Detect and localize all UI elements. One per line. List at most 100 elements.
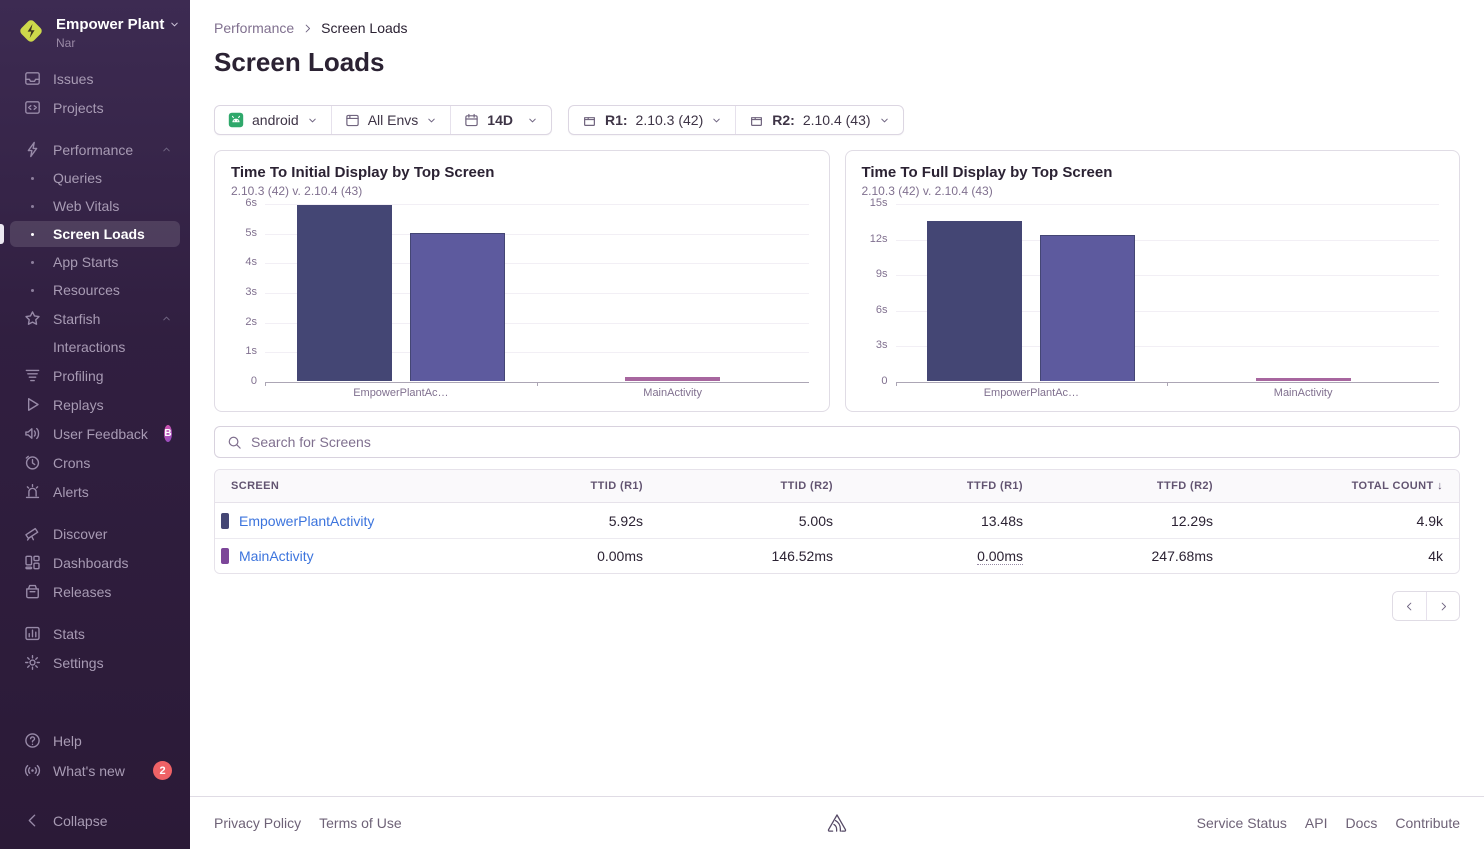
package-icon	[749, 113, 764, 128]
sidebar-item-resources[interactable]: Resources	[10, 277, 180, 303]
footer: Privacy Policy Terms of Use Service Stat…	[190, 796, 1484, 849]
y-tick-label: 1s	[245, 345, 257, 357]
sidebar: Empower Plant Nar Issues Projects Perfor…	[0, 0, 190, 849]
cell-ttfd_r2: 12.29s	[1171, 513, 1213, 529]
sidebar-item-replays[interactable]: Replays	[10, 391, 180, 418]
y-tick-label: 2s	[245, 316, 257, 328]
cell-total: 4.9k	[1417, 513, 1443, 529]
y-tick-label: 9s	[876, 268, 888, 280]
sidebar-item-web-vitals[interactable]: Web Vitals	[10, 193, 180, 219]
sidebar-item-stats[interactable]: Stats	[10, 620, 180, 647]
screen-link[interactable]: MainActivity	[239, 548, 314, 564]
sidebar-item-starfish[interactable]: Starfish	[10, 305, 180, 332]
package-icon	[582, 113, 597, 128]
screen-link[interactable]: EmpowerPlantActivity	[239, 513, 374, 529]
chevron-down-icon	[307, 115, 318, 126]
col-ttfd-r1[interactable]: TTFD (R1)	[849, 470, 1039, 502]
sidebar-item-app-starts[interactable]: App Starts	[10, 249, 180, 275]
sidebar-collapse-button[interactable]: Collapse	[10, 807, 180, 834]
chart-title: Time To Full Display by Top Screen	[862, 164, 1444, 181]
telescope-icon	[24, 525, 41, 542]
broadcast-icon	[24, 762, 41, 779]
bar-r1[interactable]	[927, 221, 1022, 381]
sidebar-item-profiling[interactable]: Profiling	[10, 362, 180, 389]
col-ttid-r2[interactable]: TTID (R2)	[659, 470, 849, 502]
org-switcher[interactable]: Empower Plant Nar	[0, 12, 190, 64]
sidebar-item-issues[interactable]: Issues	[10, 65, 180, 92]
bar-group	[265, 204, 537, 381]
col-total-count[interactable]: TOTAL COUNT ↓	[1229, 470, 1459, 502]
project-filter[interactable]: android	[215, 106, 331, 134]
cell-ttid_r1: 0.00ms	[597, 548, 643, 564]
sidebar-item-discover[interactable]: Discover	[10, 520, 180, 547]
sidebar-item-dashboards[interactable]: Dashboards	[10, 549, 180, 576]
page-title: Screen Loads	[214, 47, 1460, 78]
sidebar-item-interactions[interactable]: Interactions	[10, 334, 180, 360]
release-1-filter[interactable]: R1:2.10.3 (42)	[569, 106, 735, 134]
chart-title: Time To Initial Display by Top Screen	[231, 164, 813, 181]
bullet-icon	[31, 233, 34, 236]
sidebar-item-performance[interactable]: Performance	[10, 136, 180, 163]
y-tick-label: 6s	[876, 304, 888, 316]
sidebar-item-projects[interactable]: Projects	[10, 94, 180, 121]
date-range-filter[interactable]: 14D	[450, 106, 551, 134]
sidebar-item-releases[interactable]: Releases	[10, 578, 180, 605]
environment-filter[interactable]: All Envs	[331, 106, 451, 134]
next-page-button[interactable]	[1426, 592, 1459, 620]
help-icon	[24, 732, 41, 749]
issues-icon	[24, 70, 41, 87]
sidebar-item-whats-new[interactable]: What's new2	[10, 756, 180, 785]
x-tick-label: MainActivity	[537, 387, 809, 399]
release-2-filter[interactable]: R2:2.10.4 (43)	[735, 106, 902, 134]
cell-total: 4k	[1428, 548, 1443, 564]
previous-page-button[interactable]	[1393, 592, 1426, 620]
y-tick-label: 3s	[245, 286, 257, 298]
y-axis: 15s12s9s6s3s0	[862, 204, 888, 382]
sidebar-item-user-feedback[interactable]: User FeedbackB	[10, 420, 180, 447]
search-input[interactable]	[251, 434, 1447, 450]
service-status-link[interactable]: Service Status	[1197, 815, 1287, 831]
table-row: EmpowerPlantActivity5.92s5.00s13.48s12.2…	[215, 503, 1459, 538]
sentry-logo-icon[interactable]	[826, 813, 848, 833]
api-link[interactable]: API	[1305, 815, 1328, 831]
sidebar-item-queries[interactable]: Queries	[10, 165, 180, 191]
android-icon	[228, 112, 244, 128]
org-name: Empower Plant	[56, 16, 164, 33]
chart-subtitle: 2.10.3 (42) v. 2.10.4 (43)	[231, 184, 813, 198]
y-tick-label: 0	[251, 375, 257, 387]
y-tick-label: 15s	[870, 197, 888, 209]
sort-desc-icon: ↓	[1437, 480, 1443, 492]
table-row: MainActivity0.00ms146.52ms0.00ms247.68ms…	[215, 538, 1459, 573]
y-tick-label: 3s	[876, 339, 888, 351]
chevron-right-icon	[302, 23, 313, 34]
bar-r1[interactable]	[297, 205, 392, 381]
sidebar-item-crons[interactable]: Crons	[10, 449, 180, 476]
sidebar-item-settings[interactable]: Settings	[10, 649, 180, 676]
star-icon	[24, 310, 41, 327]
chevron-right-icon	[1438, 601, 1449, 612]
bar-r2[interactable]	[1040, 235, 1135, 381]
col-ttfd-r2[interactable]: TTFD (R2)	[1039, 470, 1229, 502]
terms-of-use-link[interactable]: Terms of Use	[319, 815, 401, 831]
chevron-down-icon	[527, 115, 538, 126]
cell-ttid_r1: 5.92s	[609, 513, 643, 529]
bar-r2[interactable]	[410, 233, 505, 381]
bar-group	[1167, 204, 1439, 381]
pagination	[1392, 591, 1460, 621]
table-header: SCREEN TTID (R1) TTID (R2) TTFD (R1) TTF…	[215, 470, 1459, 503]
sidebar-item-alerts[interactable]: Alerts	[10, 478, 180, 505]
plot-area	[265, 204, 809, 382]
sidebar-item-screen-loads[interactable]: Screen Loads	[10, 221, 180, 247]
chevron-left-icon	[1404, 601, 1415, 612]
contribute-link[interactable]: Contribute	[1395, 815, 1460, 831]
plot-area	[896, 204, 1440, 382]
sidebar-item-help[interactable]: Help	[10, 727, 180, 754]
bar-r2[interactable]	[625, 377, 720, 381]
docs-link[interactable]: Docs	[1346, 815, 1378, 831]
breadcrumb-performance[interactable]: Performance	[214, 20, 294, 36]
privacy-policy-link[interactable]: Privacy Policy	[214, 815, 301, 831]
col-ttid-r1[interactable]: TTID (R1)	[469, 470, 659, 502]
col-screen[interactable]: SCREEN	[215, 470, 469, 502]
bar-r2[interactable]	[1256, 378, 1351, 381]
beta-badge: B	[164, 425, 172, 442]
